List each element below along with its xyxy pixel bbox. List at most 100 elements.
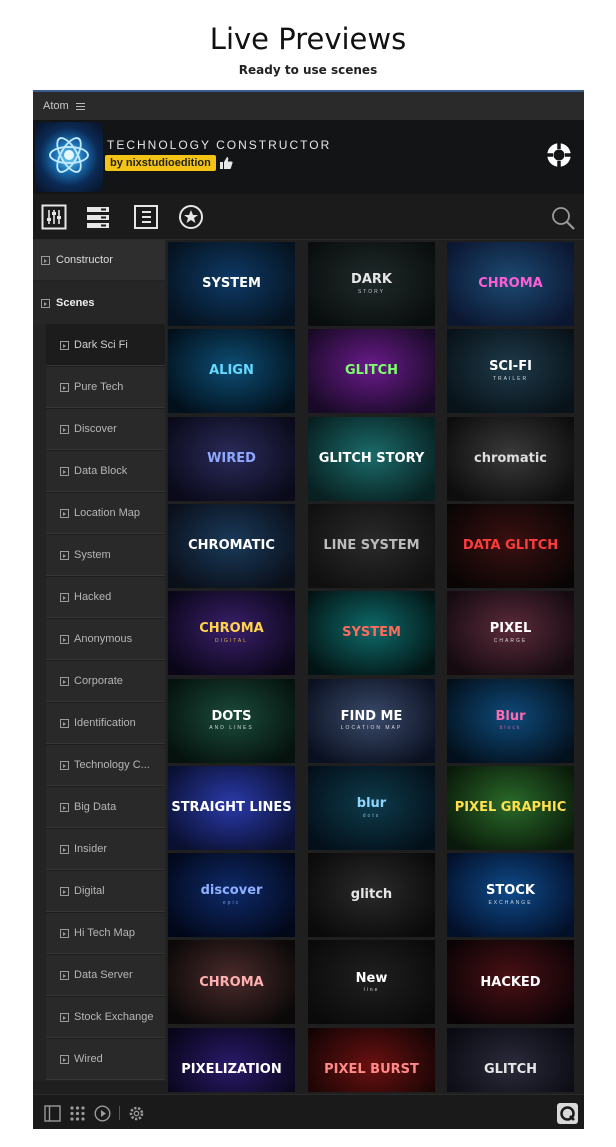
scene-thumbnail[interactable]: SYSTEM [168, 242, 295, 326]
sidebar-scene-item[interactable]: Big Data [46, 786, 165, 828]
gear-icon[interactable] [128, 1105, 145, 1122]
logo-icon[interactable] [557, 1103, 578, 1124]
scene-item-label: Dark Sci Fi [74, 339, 128, 351]
play-square-icon [60, 1054, 69, 1064]
thumbnail-title: PIXEL [489, 621, 532, 637]
scene-thumbnail[interactable]: STRAIGHT LINES [168, 765, 295, 850]
scene-thumbnail[interactable]: PIXEL BURST [308, 1027, 435, 1092]
scene-thumbnail[interactable]: WIRED [168, 416, 295, 501]
thumbnail-title: DOTS [211, 708, 252, 724]
sidebar-scene-item[interactable]: Wired [46, 1038, 165, 1080]
scene-item-label: Hi Tech Map [74, 927, 135, 939]
scene-thumbnail[interactable]: LINE SYSTEM [308, 503, 435, 588]
star-icon[interactable] [178, 204, 204, 230]
sidebar-item-label: Constructor [56, 254, 113, 266]
play-square-icon [41, 298, 50, 308]
thumbnail-title: DARK [351, 272, 392, 288]
scene-item-label: Hacked [74, 591, 112, 603]
scene-item-label: Insider [74, 843, 108, 855]
sidebar-scene-item[interactable]: Anonymous [46, 618, 165, 660]
scene-thumbnail[interactable]: PIXEL CHARGE [447, 591, 574, 676]
play-square-icon [60, 928, 69, 938]
thumbnail-subtitle: dots [362, 812, 381, 819]
sidebar-scene-item[interactable]: Stock Exchange [46, 996, 165, 1038]
sidebar-scene-item[interactable]: Data Block [46, 450, 165, 492]
sidebar-item-scenes[interactable]: Scenes [33, 282, 165, 324]
panel-icon[interactable] [44, 1104, 61, 1122]
scene-thumbnail[interactable]: ALIGN [168, 329, 295, 414]
grid-icon[interactable] [69, 1105, 86, 1122]
sidebar-scene-item[interactable]: Identification [46, 702, 165, 744]
sidebar-scene-item[interactable]: Data Server [46, 954, 165, 996]
scene-item-label: Data Block [74, 465, 128, 477]
play-square-icon [60, 340, 69, 350]
scene-thumbnail[interactable]: HACKED [447, 940, 574, 1025]
sidebar-item-constructor[interactable]: Constructor [33, 240, 165, 280]
thumbnail-title: CHROMA [478, 276, 543, 292]
menu-app-label[interactable]: Atom [43, 100, 69, 112]
layers-icon[interactable] [85, 204, 111, 230]
play-square-icon [60, 886, 69, 896]
thumbnail-title: GLITCH [483, 1061, 538, 1077]
sidebar: Constructor Scenes Dark Sci Fi Pure Tech D… [33, 240, 167, 1081]
sidebar-scene-item[interactable]: Location Map [46, 492, 165, 534]
scene-item-label: Technology C... [74, 759, 150, 771]
thumbs-up-icon[interactable] [218, 155, 234, 171]
scene-thumbnail[interactable]: Blur block [447, 678, 574, 763]
sidebar-scene-item[interactable]: Corporate [46, 660, 165, 702]
sidebar-scene-item[interactable]: Dark Sci Fi [46, 324, 165, 366]
sidebar-scene-item[interactable]: Pure Tech [46, 366, 165, 408]
atom-logo-icon [35, 122, 103, 192]
thumbnail-title: FIND ME [340, 708, 403, 724]
scene-thumbnail[interactable]: CHROMATIC [168, 503, 295, 588]
thumbnail-subtitle: line [363, 987, 380, 994]
thumbnail-subtitle: LOCATION MAP [340, 725, 403, 732]
thumbnail-title: SCI-FI [489, 359, 532, 375]
sliders-icon[interactable] [41, 204, 67, 230]
scene-thumbnail[interactable]: New line [308, 940, 435, 1025]
scene-thumbnail[interactable]: GLITCH STORY [308, 416, 435, 501]
sidebar-scene-item[interactable]: Discover [46, 408, 165, 450]
scene-thumbnail[interactable]: GLITCH [308, 329, 435, 414]
search-icon[interactable] [550, 205, 576, 231]
play-square-icon [60, 382, 69, 392]
play-square-icon [60, 634, 69, 644]
hamburger-icon[interactable] [75, 102, 85, 110]
scene-thumbnail[interactable]: PIXEL GRAPHIC [447, 765, 574, 850]
scene-item-label: System [74, 549, 111, 561]
scene-thumbnail[interactable]: CHROMA DIGITAL [168, 591, 295, 676]
scene-thumbnail[interactable]: discover epic [168, 853, 295, 938]
help-lifebuoy-icon[interactable] [544, 140, 574, 170]
list-icon[interactable] [133, 204, 159, 230]
thumbnail-subtitle: DIGITAL [214, 638, 249, 644]
scene-item-label: Identification [74, 717, 136, 729]
scene-thumbnail[interactable]: CHROMA [168, 940, 295, 1025]
scene-thumbnail[interactable]: DARK STORY [308, 242, 435, 326]
sidebar-scene-item[interactable]: System [46, 534, 165, 576]
scene-thumbnail[interactable]: CHROMA [447, 242, 574, 326]
thumbnail-title: SYSTEM [342, 625, 401, 641]
scene-thumbnail[interactable]: PIXELIZATION [168, 1027, 295, 1092]
scene-thumbnail[interactable]: SYSTEM [308, 591, 435, 676]
sidebar-scene-item[interactable]: Hi Tech Map [46, 912, 165, 954]
play-square-icon [60, 970, 69, 980]
sidebar-scene-item[interactable]: Hacked [46, 576, 165, 618]
scene-thumbnail[interactable]: SCI-FI TRAILER [447, 329, 574, 414]
scene-thumbnail[interactable]: DATA GLITCH [447, 503, 574, 588]
thumbnail-title: WIRED [207, 450, 256, 466]
sidebar-scene-item[interactable]: Digital [46, 870, 165, 912]
scene-thumbnail[interactable]: DOTS AND LINES [168, 678, 295, 763]
scene-thumbnail[interactable]: FIND ME LOCATION MAP [308, 678, 435, 763]
scene-thumbnail[interactable]: blur dots [308, 765, 435, 850]
play-square-icon [60, 424, 69, 434]
sidebar-scene-item[interactable]: Technology C... [46, 744, 165, 786]
sidebar-scene-item[interactable]: Insider [46, 828, 165, 870]
scene-thumbnail[interactable]: GLITCH [447, 1027, 574, 1092]
author-link[interactable]: by nixstudioedition [105, 155, 216, 171]
thumbnail-subtitle: AND LINES [209, 725, 254, 732]
scene-thumbnail[interactable]: chromatic [447, 416, 574, 501]
scene-thumbnail[interactable]: STOCK EXCHANGE [447, 853, 574, 938]
page-subtitle: Ready to use scenes [238, 63, 378, 77]
scene-thumbnail[interactable]: glitch [308, 853, 435, 938]
play-icon[interactable] [94, 1104, 111, 1122]
